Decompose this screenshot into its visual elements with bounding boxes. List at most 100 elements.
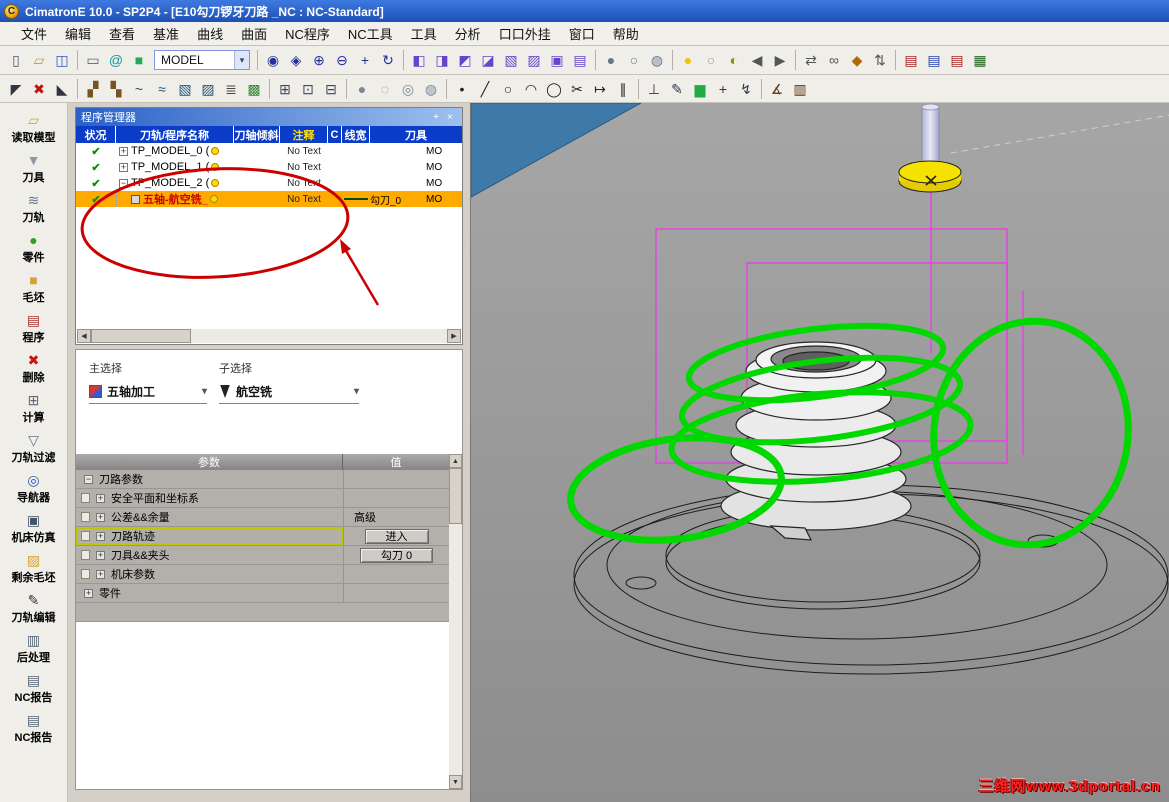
curve-b-icon[interactable]: ≈	[151, 78, 173, 100]
point-tool-icon[interactable]: •	[451, 78, 473, 100]
grid-display-icon[interactable]: ▦	[969, 49, 991, 71]
expand-icon[interactable]: +	[96, 512, 105, 522]
sidebar-item-零件[interactable]: ● 零件	[1, 231, 67, 265]
nc-doc-red-icon[interactable]: ▤	[900, 49, 922, 71]
scroll-up-icon[interactable]: ▲	[449, 454, 462, 468]
expand-icon[interactable]: −	[84, 474, 93, 484]
axis-tool-icon[interactable]: ↯	[735, 78, 757, 100]
snap-end-icon[interactable]: ⊡	[297, 78, 319, 100]
menu-item-基准[interactable]: 基准	[144, 21, 188, 46]
view-front-icon[interactable]: ◨	[431, 49, 453, 71]
scroll-left-icon[interactable]: ◀	[77, 329, 91, 343]
normal-tool-icon[interactable]: ⊥	[643, 78, 665, 100]
lamp-off-icon[interactable]: ○	[700, 49, 722, 71]
parameter-row[interactable]: + 刀具&&夹头 勾刀 0	[76, 546, 449, 565]
expand-icon[interactable]: +	[96, 569, 105, 579]
parameter-row[interactable]: + 安全平面和坐标系	[76, 489, 449, 508]
menu-item-工具[interactable]: 工具	[402, 21, 446, 46]
lamp-on-icon[interactable]: ●	[677, 49, 699, 71]
analyze-angle-icon[interactable]: ∡	[766, 78, 788, 100]
scrollbar-thumb[interactable]	[91, 329, 191, 343]
transparency-display-icon[interactable]: ◍	[420, 78, 442, 100]
surface-a-icon[interactable]: ▧	[174, 78, 196, 100]
sidebar-item-NC报告[interactable]: ▤ NC报告	[1, 671, 67, 705]
parameter-row[interactable]: + 零件	[76, 584, 449, 603]
print-icon[interactable]: ▭	[82, 49, 104, 71]
pin-icon[interactable]: +	[429, 110, 443, 124]
col-tool[interactable]: 刀具	[370, 126, 462, 143]
menu-item-曲线[interactable]: 曲线	[188, 21, 232, 46]
tag-entity-icon[interactable]: ◆	[846, 49, 868, 71]
hidden-line-mode-icon[interactable]: ◍	[646, 49, 668, 71]
ucs-tool-icon[interactable]: +	[712, 78, 734, 100]
parameter-row[interactable]: + 刀路轨迹 进入	[76, 527, 449, 546]
swap-view-icon[interactable]: ⇄	[800, 49, 822, 71]
col-tilt[interactable]: 刀轴倾斜	[234, 126, 280, 143]
menu-item-帮助[interactable]: 帮助	[604, 21, 648, 46]
horizontal-scrollbar[interactable]: ◀ ▶	[77, 329, 461, 343]
view-custom-icon[interactable]: ▤	[569, 49, 591, 71]
offset-tool-icon[interactable]: ∥	[612, 78, 634, 100]
sidebar-item-机床仿真[interactable]: ▣ 机床仿真	[1, 511, 67, 545]
col-note[interactable]: 注释	[280, 126, 328, 143]
menu-item-NC程序[interactable]: NC程序	[276, 21, 339, 46]
menu-item-文件[interactable]: 文件	[12, 21, 56, 46]
close-icon[interactable]: ×	[443, 110, 457, 124]
extend-tool-icon[interactable]: ↦	[589, 78, 611, 100]
circle-tool-icon[interactable]: ○	[497, 78, 519, 100]
prev-step-icon[interactable]: ◀	[746, 49, 768, 71]
expand-icon[interactable]: +	[84, 588, 93, 598]
sidebar-item-毛坯[interactable]: ■ 毛坯	[1, 271, 67, 305]
model-combo[interactable]: MODEL ▾	[154, 50, 250, 70]
line-tool-icon[interactable]: ╱	[474, 78, 496, 100]
scrollbar-thumb[interactable]	[449, 468, 462, 524]
sidebar-item-导航器[interactable]: ◎ 导航器	[1, 471, 67, 505]
value-button[interactable]: 勾刀 0	[359, 547, 434, 563]
level-filter-icon[interactable]: ≣	[220, 78, 242, 100]
sidebar-item-删除[interactable]: ✖ 删除	[1, 351, 67, 385]
scroll-right-icon[interactable]: ▶	[447, 329, 461, 343]
chevron-down-icon[interactable]: ▾	[354, 386, 359, 397]
rotate-view-icon[interactable]: ↻	[377, 49, 399, 71]
open-folder-icon[interactable]: ▱	[28, 49, 50, 71]
expand-icon[interactable]: +	[96, 493, 105, 503]
new-file-icon[interactable]: ▯	[5, 49, 27, 71]
menu-item-窗口[interactable]: 窗口	[560, 21, 604, 46]
browser-icon[interactable]: @	[105, 49, 127, 71]
sidebar-item-剩余毛坯[interactable]: ▨ 剩余毛坯	[1, 551, 67, 585]
3d-viewport[interactable]: 三维网www.3dportal.cn	[470, 103, 1169, 802]
menu-item-曲面[interactable]: 曲面	[232, 21, 276, 46]
color-filter-icon[interactable]: ▩	[243, 78, 265, 100]
expand-icon[interactable]: +	[96, 531, 105, 541]
value-button[interactable]: 进入	[364, 528, 429, 544]
parameter-row[interactable]: − 刀路参数	[76, 470, 449, 489]
zoom-all-icon[interactable]: ◉	[262, 49, 284, 71]
feature-a-icon[interactable]: ▞	[82, 78, 104, 100]
col-c[interactable]: C	[328, 126, 342, 143]
table-row[interactable]: ✔ + TP_MODEL_1 (No Text MO	[76, 159, 462, 175]
color-swatch-icon[interactable]: ▆	[689, 78, 711, 100]
report-list-icon[interactable]: ▥	[789, 78, 811, 100]
panel-title-bar[interactable]: 程序管理器 + ×	[76, 108, 462, 126]
parameter-row[interactable]: + 机床参数	[76, 565, 449, 584]
col-linewidth[interactable]: 线宽	[342, 126, 370, 143]
sidebar-item-刀轨过滤[interactable]: ▽ 刀轨过滤	[1, 431, 67, 465]
model-tree-icon[interactable]: ■	[128, 49, 150, 71]
table-row[interactable]: ✔ 五轴-航空铣_ No Text 勾刀_0 MO	[76, 191, 462, 207]
chevron-down-icon[interactable]: ▾	[202, 386, 207, 397]
table-row[interactable]: ✔ − TP_MODEL_2 (No Text MO	[76, 175, 462, 191]
ellipse-tool-icon[interactable]: ◯	[543, 78, 565, 100]
sidebar-item-程序[interactable]: ▤ 程序	[1, 311, 67, 345]
shaded-mode-icon[interactable]: ●	[600, 49, 622, 71]
col-status[interactable]: 状况	[76, 126, 116, 143]
edges-display-icon[interactable]: ◎	[397, 78, 419, 100]
view-right-icon[interactable]: ▨	[523, 49, 545, 71]
pan-icon[interactable]: +	[354, 49, 376, 71]
next-step-icon[interactable]: ▶	[769, 49, 791, 71]
menu-item-查看[interactable]: 查看	[100, 21, 144, 46]
menu-item-编辑[interactable]: 编辑	[56, 21, 100, 46]
sketch-tool-icon[interactable]: ✎	[666, 78, 688, 100]
trim-tool-icon[interactable]: ✂	[566, 78, 588, 100]
menu-item-口口外挂[interactable]: 口口外挂	[490, 21, 560, 46]
tree-expand-icon[interactable]: +	[119, 146, 128, 156]
